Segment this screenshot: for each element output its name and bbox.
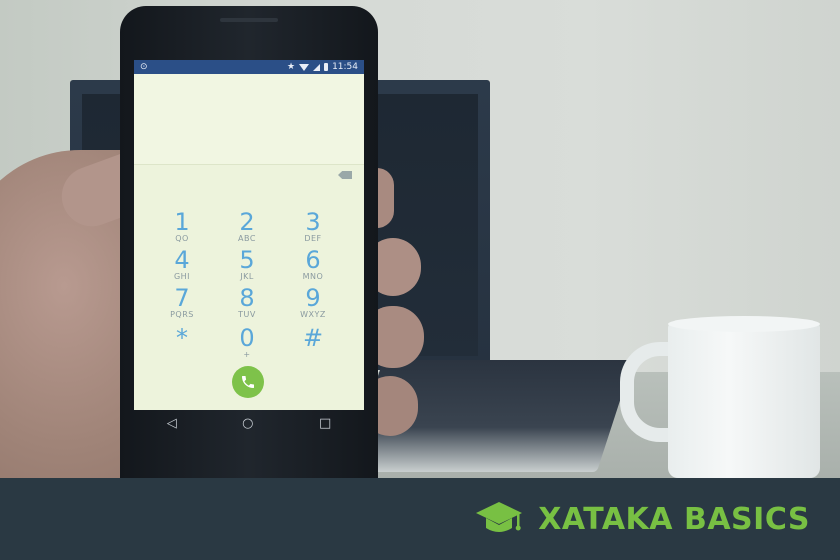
status-bar: ⊙ ★ 11:54 [134,60,364,74]
number-display[interactable] [134,74,364,165]
home-icon[interactable]: ○ [242,416,253,431]
back-icon[interactable]: ◁ [167,416,177,431]
key-2[interactable]: 2 ABC [217,210,277,244]
status-left-indicator: ⊙ [140,62,148,72]
call-button[interactable] [232,366,264,398]
key-5[interactable]: 5 JKL [217,248,277,282]
wifi-icon [299,63,310,71]
mug-rim [668,316,820,332]
phone-icon [242,376,254,388]
signal-icon [313,63,321,71]
key-8[interactable]: 8 TUV [217,286,277,320]
star-icon: ★ [286,62,296,72]
key-star[interactable]: * [152,326,212,350]
key-6[interactable]: 6 MNO [283,248,343,282]
photo-background: ⊙ ★ 11:54 1 QO 2 ABC 3 DEF 4 GHI 5 JKL 6… [0,0,840,478]
backspace-icon[interactable] [338,171,352,179]
key-9[interactable]: 9 WXYZ [283,286,343,320]
battery-icon [324,63,329,71]
key-7[interactable]: 7 PQRS [152,286,212,320]
brand-bar: XATAKA BASICS [0,478,840,560]
recents-icon[interactable]: □ [319,416,331,431]
phone-speaker [220,18,278,22]
graduation-cap-icon [476,502,523,532]
android-nav-bar: ◁ ○ □ [134,410,364,436]
key-1[interactable]: 1 QO [152,210,212,244]
key-4[interactable]: 4 GHI [152,248,212,282]
coffee-mug [668,322,820,478]
key-hash[interactable]: # [283,326,343,350]
brand-name: XATAKA BASICS [538,501,810,537]
status-time: 11:54 [332,62,358,72]
brand-logo: XATAKA BASICS [474,500,810,538]
key-3[interactable]: 3 DEF [283,210,343,244]
dialer-screen: ⊙ ★ 11:54 1 QO 2 ABC 3 DEF 4 GHI 5 JKL 6… [134,60,364,410]
key-0[interactable]: 0 + [217,326,277,360]
